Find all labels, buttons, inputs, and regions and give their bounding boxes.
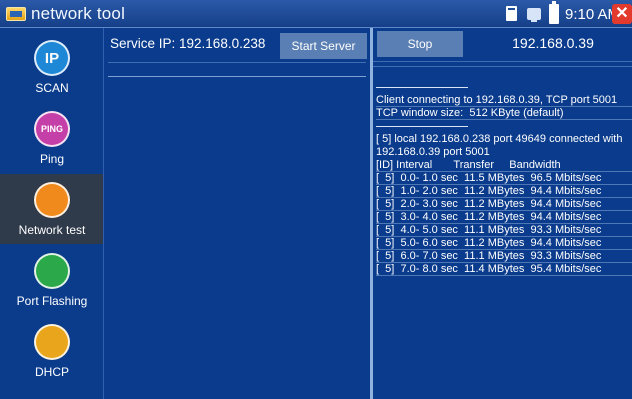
stop-button[interactable]: Stop: [377, 31, 463, 57]
sidebar-item-ping[interactable]: PING Ping: [0, 103, 103, 173]
log-separator: [376, 120, 632, 133]
log-line: TCP window size: 512 KByte (default): [376, 107, 632, 120]
sd-card-icon: [506, 6, 517, 21]
network-test-icon: [34, 182, 70, 218]
network-status-icon: [527, 8, 541, 22]
sidebar: IP SCAN PING Ping Network test Port Flashing D…: [0, 28, 104, 399]
client-log: Client connecting to 192.168.0.39, TCP p…: [376, 81, 632, 276]
sidebar-item-network-test[interactable]: Network test: [0, 174, 103, 244]
port-flashing-icon: [34, 253, 70, 289]
table-row: [ 5] 4.0- 5.0 sec 11.1 MBytes 93.3 Mbits…: [376, 224, 632, 237]
table-row: [ 5] 3.0- 4.0 sec 11.2 MBytes 94.4 Mbits…: [376, 211, 632, 224]
title-bar: network tool 9:10 AM ✕: [0, 0, 632, 28]
table-row: [ 5] 1.0- 2.0 sec 11.2 MBytes 94.4 Mbits…: [376, 185, 632, 198]
divider-line: [108, 62, 366, 63]
table-row: [ 5] 5.0- 6.0 sec 11.2 MBytes 94.4 Mbits…: [376, 237, 632, 250]
divider-line: [108, 76, 366, 77]
table-row: [ 5] 6.0- 7.0 sec 11.1 MBytes 93.3 Mbits…: [376, 250, 632, 263]
dhcp-icon: [34, 324, 70, 360]
log-line: Client connecting to 192.168.0.39, TCP p…: [376, 94, 632, 107]
sidebar-item-label: Ping: [39, 152, 65, 166]
sidebar-item-scan[interactable]: IP SCAN: [0, 32, 103, 102]
table-row: [ 5] 0.0- 1.0 sec 11.5 MBytes 96.5 Mbits…: [376, 172, 632, 185]
divider-line: [373, 66, 632, 67]
sidebar-item-label: Port Flashing: [16, 294, 88, 308]
sidebar-item-port-flashing[interactable]: Port Flashing: [0, 245, 103, 315]
sidebar-item-dhcp[interactable]: DHCP: [0, 316, 103, 386]
table-row: [ 5] 7.0- 8.0 sec 11.4 MBytes 95.4 Mbits…: [376, 263, 632, 276]
server-panel: Service IP: 192.168.0.238 Start Server: [104, 28, 370, 399]
close-icon[interactable]: ✕: [612, 4, 632, 24]
start-server-button[interactable]: Start Server: [280, 33, 367, 59]
table-row: [ 5] 2.0- 3.0 sec 11.2 MBytes 94.4 Mbits…: [376, 198, 632, 211]
app-title: network tool: [31, 4, 126, 23]
table-header: [ID] Interval Transfer Bandwidth: [376, 159, 632, 172]
client-panel: Stop 192.168.0.39 Client connecting to 1…: [373, 28, 632, 399]
sidebar-item-label: DHCP: [34, 365, 69, 379]
sidebar-item-label: Network test: [18, 223, 86, 237]
ping-icon: PING: [34, 111, 70, 147]
ip-scan-icon: IP: [34, 40, 70, 76]
app-icon: [6, 7, 26, 21]
target-ip: 192.168.0.39: [512, 35, 594, 51]
log-separator: [376, 81, 632, 94]
connection-line: [ 5] local 192.168.0.238 port 49649 conn…: [376, 133, 623, 158]
battery-icon: [549, 1, 559, 24]
sidebar-item-label: SCAN: [35, 81, 69, 95]
divider-line: [373, 61, 632, 62]
service-ip-label: Service IP: 192.168.0.238: [110, 36, 266, 51]
